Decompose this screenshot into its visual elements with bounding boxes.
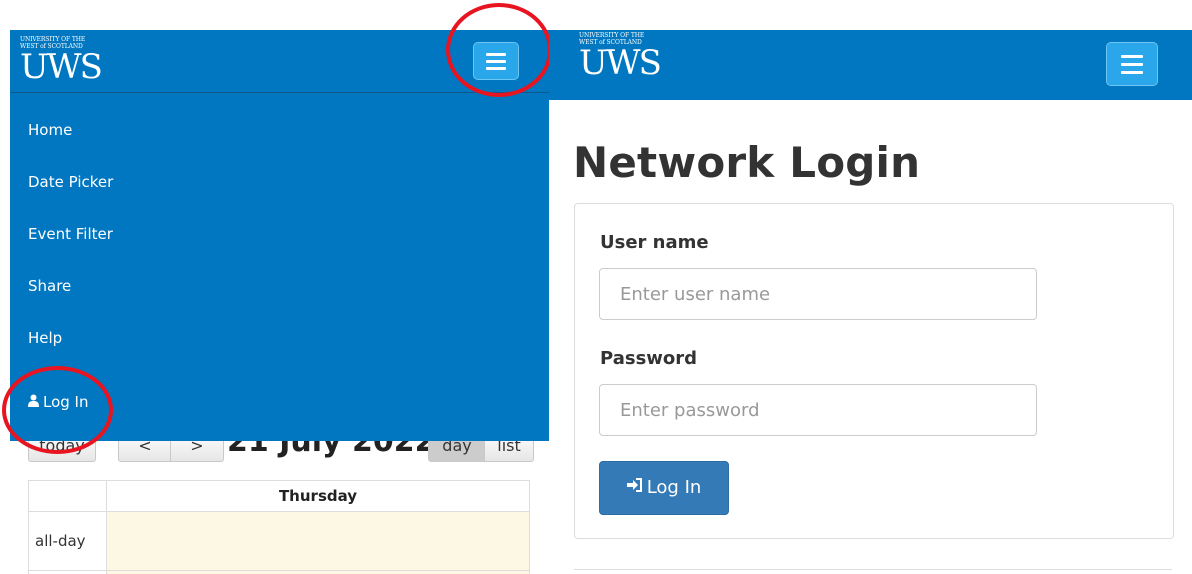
top-navbar: UNIVERSITY OF THE WEST of SCOTLAND UWS <box>10 30 549 92</box>
page-title: Network Login <box>573 138 921 187</box>
allday-slot[interactable] <box>106 511 530 571</box>
menu-item-login[interactable]: Log In <box>28 393 89 411</box>
username-input[interactable] <box>599 268 1037 320</box>
password-label: Password <box>600 348 698 369</box>
uws-logo[interactable]: UNIVERSITY OF THE WEST of SCOTLAND UWS <box>579 32 662 83</box>
day-header: Thursday <box>106 480 530 512</box>
menu-toggle-button[interactable] <box>1106 42 1158 86</box>
menu-item-login-label: Log In <box>43 393 89 411</box>
menu-toggle-button[interactable] <box>473 42 519 80</box>
divider <box>574 569 1172 570</box>
menu-item-event-filter[interactable]: Event Filter <box>28 225 113 243</box>
login-submit-button[interactable]: Log In <box>599 461 729 515</box>
logo-line-1: UNIVERSITY OF THE <box>579 32 645 39</box>
logo-mark: UWS <box>20 47 103 87</box>
time-slot[interactable] <box>106 570 530 574</box>
login-form-panel: User name Password Log In <box>574 203 1174 539</box>
calendar-grid: Thursday all-day <box>28 480 530 574</box>
nav-dropdown-menu: Home Date Picker Event Filter Share Help… <box>10 92 549 441</box>
menu-item-date-picker[interactable]: Date Picker <box>28 173 113 191</box>
menu-item-share[interactable]: Share <box>28 277 71 295</box>
allday-label: all-day <box>28 511 107 571</box>
menu-item-home[interactable]: Home <box>28 121 72 139</box>
axis-header <box>28 480 107 512</box>
top-navbar: UNIVERSITY OF THE WEST of SCOTLAND UWS <box>549 30 1192 100</box>
network-login-screen: UNIVERSITY OF THE WEST of SCOTLAND UWS N… <box>549 30 1192 574</box>
password-input[interactable] <box>599 384 1037 436</box>
sign-in-icon <box>626 462 643 514</box>
calendar-app-screen: today < > 21 July 2022 day list Thursday… <box>10 30 549 574</box>
time-axis-cell <box>28 570 107 574</box>
logo-mark: UWS <box>579 43 662 83</box>
uws-logo[interactable]: UNIVERSITY OF THE WEST of SCOTLAND UWS <box>20 36 103 87</box>
logo-line-1: UNIVERSITY OF THE <box>20 36 86 43</box>
username-label: User name <box>600 232 709 253</box>
user-icon <box>28 393 39 411</box>
login-submit-label: Log In <box>646 477 702 498</box>
menu-item-help[interactable]: Help <box>28 329 62 347</box>
